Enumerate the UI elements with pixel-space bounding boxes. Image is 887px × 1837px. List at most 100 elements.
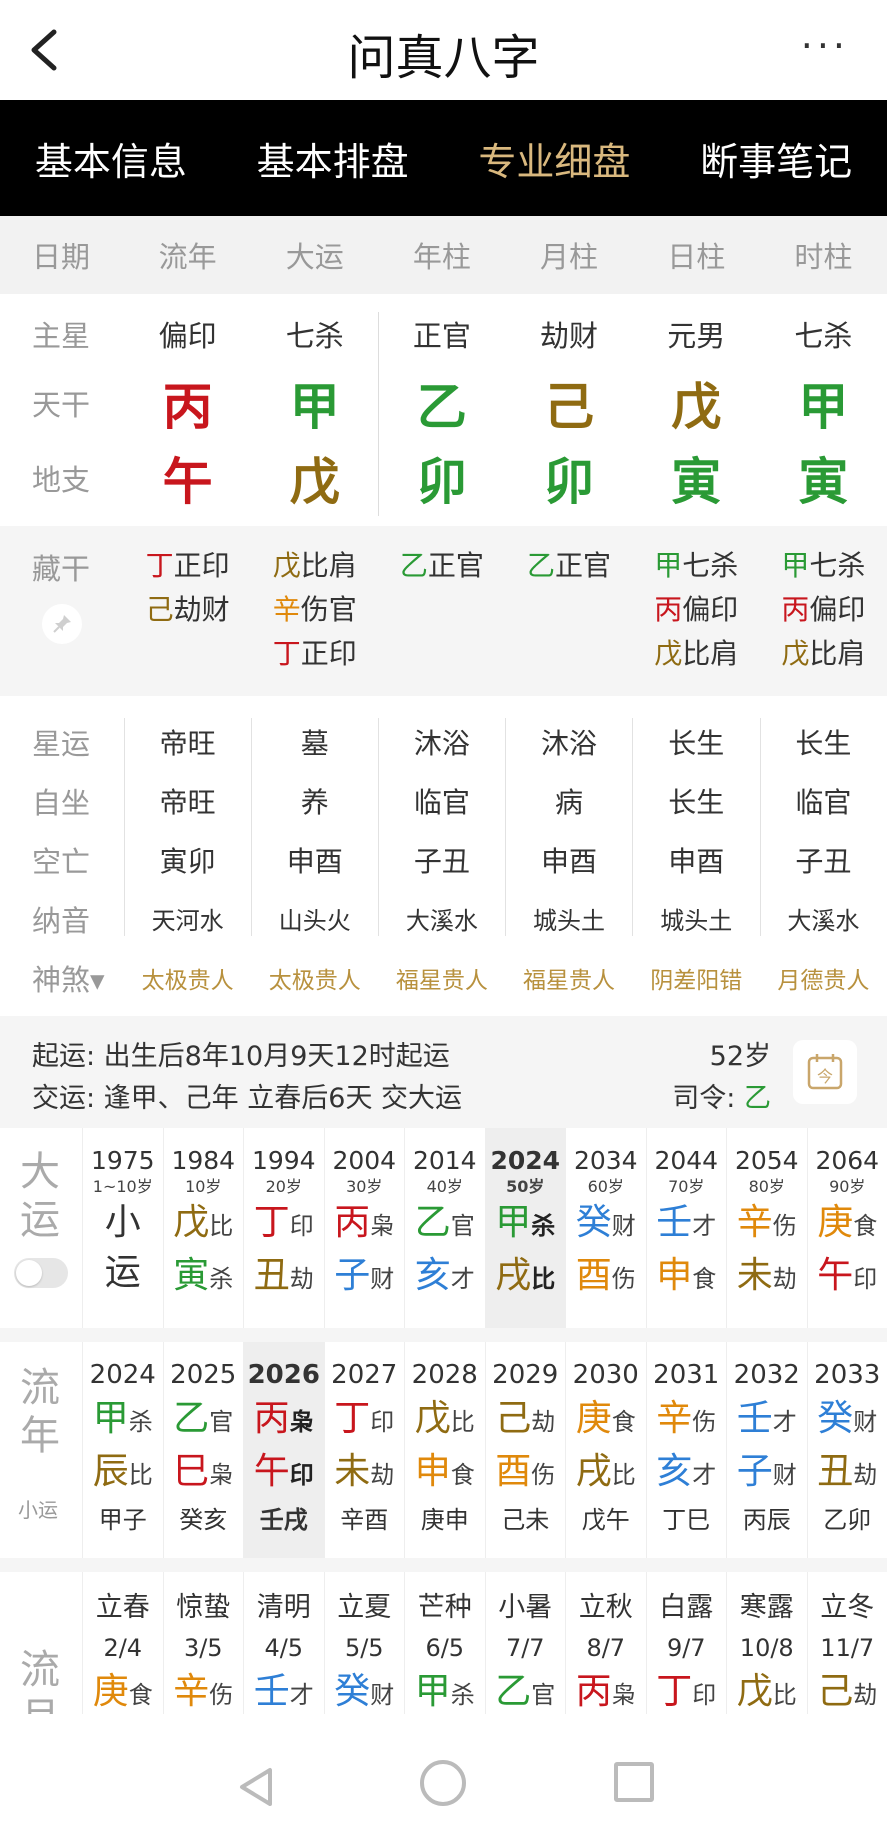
hidden-stem-god: 劫财	[173, 593, 230, 626]
section-gap	[0, 1328, 887, 1342]
dayun-year: 1984	[171, 1146, 236, 1175]
divider	[251, 718, 252, 936]
liunian-column[interactable]: 2033 癸财 丑劫 乙卯	[806, 1342, 887, 1558]
liunian-column[interactable]: 2025 乙官 巳枭 癸亥	[162, 1342, 244, 1558]
xiaoyun-label[interactable]: 小运	[18, 1494, 58, 1523]
liuyue-stem-god: 比	[772, 1681, 797, 1709]
hidden-stem-char: 己	[145, 593, 174, 626]
dayun-toggle[interactable]	[14, 1258, 68, 1288]
dayun-stem-god: 才	[692, 1212, 717, 1240]
dayun-branch: 未劫	[727, 1251, 807, 1304]
hidden-stems-col: 甲七杀 丙偏印 戊比肩	[760, 544, 887, 696]
liunian-column[interactable]: 2024 甲杀 辰比 甲子	[82, 1342, 163, 1558]
liuyue-column[interactable]: 寒露 10/8 戊比	[726, 1572, 807, 1714]
more-options-icon[interactable]: ···	[801, 27, 849, 65]
liunian-section: 流年 小运 2024 甲杀 辰比 甲子 2025 乙官 巳枭 癸亥 2026 丙枭 午印 壬戌 2027…	[0, 1342, 887, 1558]
tab-basic-chart[interactable]: 基本排盘	[222, 131, 444, 186]
dayun-column[interactable]: 2054 80岁 辛伤 未劫	[726, 1128, 807, 1328]
hidden-stem-entry: 乙正官	[505, 544, 632, 588]
solar-term-date: 2/4	[103, 1634, 143, 1662]
liunian-column[interactable]: 2030 庚食 戌比 戊午	[565, 1342, 646, 1558]
liunian-column[interactable]: 2026 丙枭 午印 壬戌	[243, 1342, 324, 1558]
liuyue-stem-god: 财	[370, 1681, 395, 1709]
shensha-cell[interactable]: 阴差阳错	[633, 961, 760, 995]
dayun-column[interactable]: 1975 1~10岁小运	[82, 1128, 163, 1328]
liuyue-column[interactable]: 清明 4/5 壬才	[243, 1572, 324, 1714]
dayun-stem-god: 官	[450, 1212, 475, 1240]
dayun-year: 2024	[490, 1146, 561, 1175]
earthly-branch: 寅	[671, 453, 722, 511]
earthly-branch: 卯	[416, 453, 467, 511]
liunian-branch-god: 财	[772, 1461, 797, 1489]
xingyun-cell: 沐浴	[413, 726, 470, 760]
liunian-column[interactable]: 2027 丁印 未劫 辛酉	[323, 1342, 405, 1558]
hidden-stem-char: 乙	[399, 549, 428, 582]
liunian-branch: 丑劫	[808, 1447, 887, 1500]
liuyue-column[interactable]: 立春 2/4 庚食	[82, 1572, 163, 1714]
nav-recent-apps-icon[interactable]	[614, 1762, 654, 1802]
shensha-cell[interactable]: 福星贵人	[378, 961, 505, 995]
liunian-year: 2031	[653, 1360, 720, 1390]
tab-notes[interactable]: 断事笔记	[665, 131, 887, 186]
solar-term-date: 11/7	[820, 1634, 875, 1662]
liuyue-column[interactable]: 白露 9/7 丁印	[645, 1572, 727, 1714]
dayun-stem: 癸财	[566, 1198, 646, 1251]
xingyun-cell: 长生	[668, 726, 725, 760]
liuyue-column[interactable]: 小暑 7/7 乙官	[484, 1572, 566, 1714]
liunian-stem: 癸财	[808, 1394, 887, 1447]
nav-back-icon[interactable]	[234, 1764, 280, 1810]
liuyue-column[interactable]: 立冬 11/7 己劫	[806, 1572, 887, 1714]
liuyue-column[interactable]: 惊蛰 3/5 辛伤	[162, 1572, 244, 1714]
liunian-column[interactable]: 2028 戊比 申食 庚申	[404, 1342, 485, 1558]
hidden-stem-god: 正印	[173, 549, 230, 582]
dayun-stem-god: 伤	[772, 1212, 797, 1240]
liunian-stem-char: 癸	[817, 1398, 854, 1439]
dayun-stem-god: 枭	[370, 1212, 395, 1240]
liuyue-stem-char: 丙	[575, 1671, 612, 1712]
tab-detailed-chart[interactable]: 专业细盘	[444, 131, 666, 186]
hidden-stems-col: 戊比肩 辛伤官 丁正印	[251, 544, 378, 696]
dayun-stem-char: 丙	[334, 1202, 371, 1243]
liuyue-column[interactable]: 立夏 5/5 癸财	[323, 1572, 405, 1714]
liuyue-column[interactable]: 立秋 8/7 丙枭	[565, 1572, 646, 1714]
shensha-cell[interactable]: 太极贵人	[124, 961, 251, 995]
dayun-stem-god: 比	[209, 1212, 234, 1240]
solar-term-date: 8/7	[586, 1634, 626, 1662]
liuyue-stem-char: 丁	[656, 1671, 693, 1712]
shensha-dropdown[interactable]: 神煞▾	[0, 957, 124, 999]
liuyue-column[interactable]: 芒种 6/5 甲杀	[404, 1572, 485, 1714]
earthly-branch: 午	[162, 453, 213, 511]
pin-icon[interactable]	[42, 604, 82, 644]
earthly-branch: 寅	[798, 453, 849, 511]
liunian-column[interactable]: 2032 壬才 子财 丙辰	[726, 1342, 807, 1558]
dayun-column[interactable]: 1984 10岁 戊比 寅杀	[162, 1128, 244, 1328]
dayun-column[interactable]: 2034 60岁 癸财 酉伤	[565, 1128, 646, 1328]
zizuo-cell: 临官	[413, 785, 470, 819]
dayun-column[interactable]: 1994 20岁 丁印 丑劫	[243, 1128, 324, 1328]
liunian-column[interactable]: 2029 己劫 酉伤 己未	[484, 1342, 566, 1558]
dayun-year: 2004	[332, 1146, 397, 1175]
dayun-column[interactable]: 2024 50岁 甲杀 戌比	[484, 1128, 565, 1328]
liuyue-stem-char: 乙	[495, 1671, 532, 1712]
zizuo-cell: 病	[555, 785, 584, 819]
dayun-branch: 申食	[647, 1251, 727, 1304]
liunian-column[interactable]: 2031 辛伤 亥才 丁巳	[645, 1342, 727, 1558]
dayun-column[interactable]: 2044 70岁 壬才 申食	[645, 1128, 727, 1328]
today-calendar-icon[interactable]: 今	[793, 1040, 857, 1104]
shensha-cell[interactable]: 太极贵人	[251, 961, 378, 995]
hidden-stem-entry: 丙偏印	[760, 588, 887, 632]
divider	[505, 718, 506, 936]
dayun-column[interactable]: 2014 40岁 乙官 亥才	[404, 1128, 485, 1328]
liunian-stem-god: 枭	[289, 1408, 314, 1436]
nav-home-icon[interactable]	[420, 1760, 466, 1806]
shensha-cell[interactable]: 福星贵人	[505, 961, 632, 995]
dayun-column[interactable]: 2004 30岁 丙枭 子财	[323, 1128, 405, 1328]
dayun-column[interactable]: 2064 90岁 庚食 午印	[806, 1128, 887, 1328]
hidden-stems-col: 甲七杀 丙偏印 戊比肩	[633, 544, 760, 696]
tab-basic-info[interactable]: 基本信息	[0, 131, 222, 186]
liuyue-stem-god: 食	[128, 1681, 153, 1709]
hidden-stems-col: 乙正官	[505, 544, 632, 696]
dayun-branch-god: 劫	[772, 1265, 797, 1293]
liuyue-stem: 己劫	[808, 1668, 887, 1714]
shensha-cell[interactable]: 月德贵人	[760, 961, 887, 995]
